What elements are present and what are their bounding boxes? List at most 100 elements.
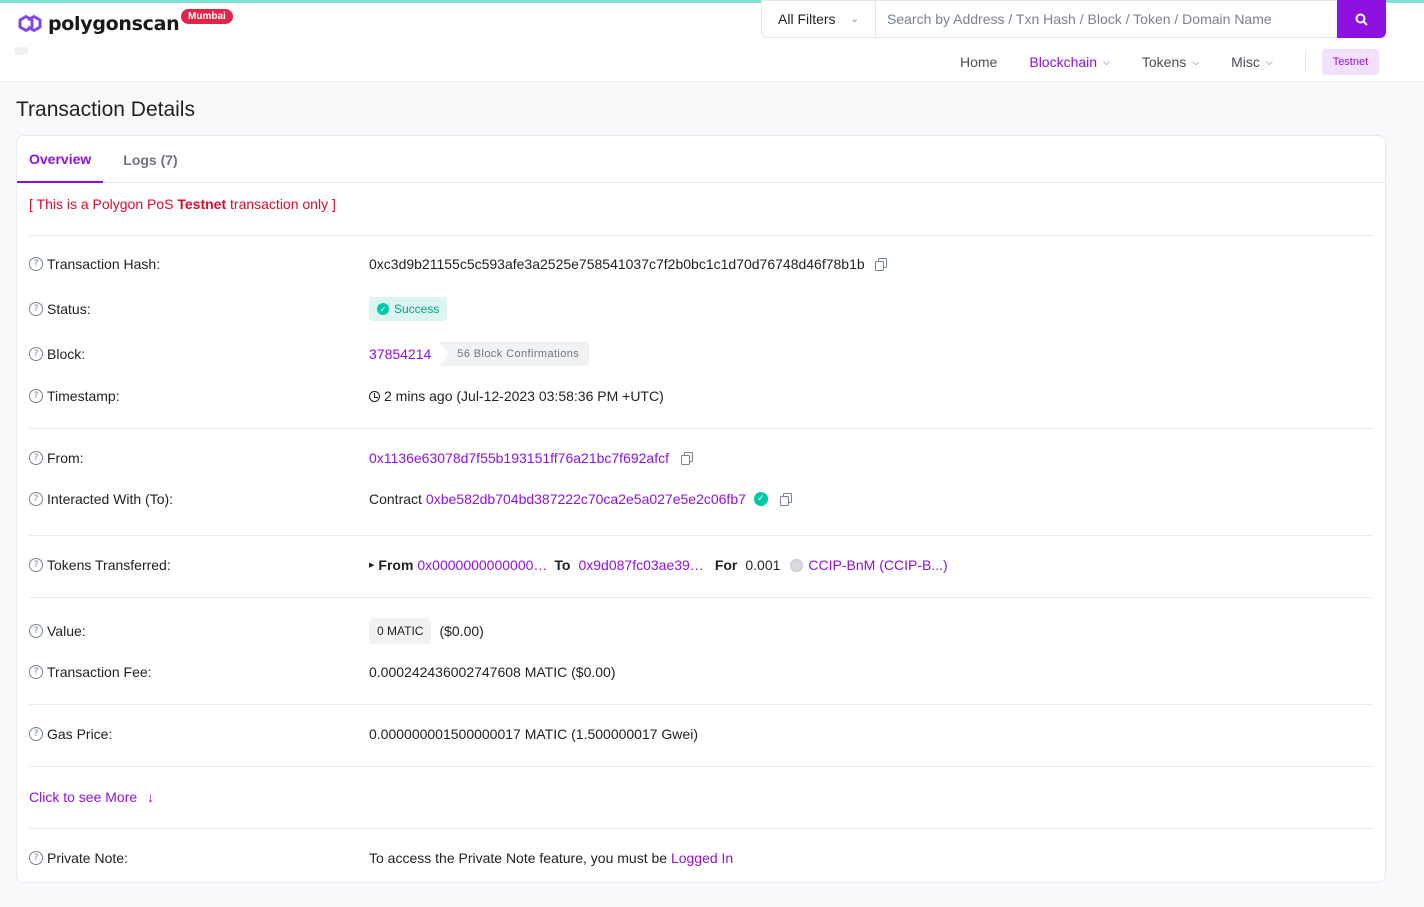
nav-home-label: Home <box>960 54 998 70</box>
row-block: ? Block: 37854214 56 Block Confirmations <box>29 342 1373 366</box>
row-label: ? Private Note: <box>29 850 369 866</box>
nav-blockchain[interactable]: Blockchain ⌵ <box>1029 54 1110 70</box>
polygon-logo-icon <box>18 15 42 32</box>
private-note-label: Private Note: <box>47 850 128 866</box>
divider <box>29 704 1373 705</box>
row-status: ? Status: ✓ Success <box>29 297 1373 321</box>
divider <box>29 235 1373 236</box>
see-more-label: Click to see More <box>29 789 138 805</box>
filter-label: All Filters <box>778 11 836 27</box>
confirmations-badge: 56 Block Confirmations <box>439 342 590 366</box>
transfer-from-label: From <box>378 557 414 573</box>
tx-hash-value: 0xc3d9b21155c5c593afe3a2525e758541037c7f… <box>369 256 865 272</box>
network-badge: Mumbai <box>181 9 233 24</box>
row-label: ? Status: <box>29 301 369 317</box>
notice-bold: Testnet <box>177 196 227 212</box>
chevron-down-icon: ⌵ <box>1103 56 1110 67</box>
row-interacted-with: ? Interacted With (To): Contract 0xbe582d… <box>29 491 1373 507</box>
value-usd: ($0.00) <box>439 623 484 639</box>
from-address-link[interactable]: 0x1136e63078d7f55b193151ff76a21bc7f692af… <box>369 450 669 466</box>
copy-icon[interactable] <box>681 451 693 465</box>
see-more-link[interactable]: Click to see More ↓ <box>29 789 154 805</box>
transfer-to-label: To <box>554 557 571 573</box>
row-value: ▶ From 0x0000000000000… To 0x9d087fc03ae… <box>369 557 948 573</box>
help-icon[interactable]: ? <box>29 451 43 465</box>
row-tx-hash: ? Transaction Hash: 0xc3d9b21155c5c593afe… <box>29 256 1373 272</box>
nav-misc[interactable]: Misc ⌵ <box>1231 54 1273 70</box>
help-icon[interactable]: ? <box>29 558 43 572</box>
arrow-down-icon: ↓ <box>147 789 155 805</box>
placeholder-box <box>14 47 28 55</box>
help-icon[interactable]: ? <box>29 492 43 506</box>
gas-value: 0.000000001500000017 MATIC (1.500000017 … <box>369 726 698 742</box>
search-input[interactable] <box>876 1 1337 37</box>
help-icon[interactable]: ? <box>29 727 43 741</box>
help-icon[interactable]: ? <box>29 257 43 271</box>
row-label: ? Timestamp: <box>29 388 369 404</box>
copy-icon[interactable] <box>779 492 792 506</box>
fee-value: 0.000242436002747608 MATIC ($0.00) <box>369 664 616 680</box>
row-tokens-transferred: ? Tokens Transferred: ▶ From 0x0000000000… <box>29 557 1373 573</box>
row-value: 0xc3d9b21155c5c593afe3a2525e758541037c7f… <box>369 256 887 272</box>
to-label: Interacted With (To): <box>47 491 174 507</box>
main-nav: Home Blockchain ⌵ Tokens ⌵ Misc ⌵ Testnet <box>960 49 1380 75</box>
help-icon[interactable]: ? <box>29 347 43 361</box>
nav-tokens[interactable]: Tokens ⌵ <box>1142 54 1199 70</box>
transfer-to-link[interactable]: 0x9d087fc03ae39… <box>578 557 703 573</box>
chevron-down-icon: ⌄ <box>850 13 859 25</box>
divider <box>29 766 1373 767</box>
help-icon[interactable]: ? <box>29 389 43 403</box>
row-value: To access the Private Note feature, you … <box>369 850 733 866</box>
row-value-amount: ? Value: 0 MATIC ($0.00) <box>29 618 1373 644</box>
status-value: Success <box>394 302 440 316</box>
tab-bar: Overview Logs (7) <box>17 136 1385 183</box>
notice-suffix: transaction only ] <box>226 196 336 212</box>
testnet-button[interactable]: Testnet <box>1321 49 1380 75</box>
row-label: ? Interacted With (To): <box>29 491 369 507</box>
transfer-from-link[interactable]: 0x0000000000000… <box>417 557 547 573</box>
row-label: ? Tokens Transferred: <box>29 557 369 573</box>
help-icon[interactable]: ? <box>29 302 43 316</box>
help-icon[interactable]: ? <box>29 624 43 638</box>
nav-tokens-label: Tokens <box>1141 54 1187 70</box>
nav-divider <box>1304 51 1306 73</box>
help-icon[interactable]: ? <box>29 851 43 865</box>
tab-logs[interactable]: Logs (7) <box>111 136 189 183</box>
filter-dropdown[interactable]: All Filters ⌄ <box>762 1 876 37</box>
brand-logo[interactable]: polygonscan <box>16 11 180 37</box>
nav-home[interactable]: Home <box>960 54 997 70</box>
contract-address-link[interactable]: 0xbe582db704bd387222c70ca2e5a027e5e2c06f… <box>426 491 746 507</box>
row-label: ? Value: <box>29 623 369 639</box>
divider <box>29 535 1373 536</box>
page-title: Transaction Details <box>16 98 195 121</box>
row-private-note: ? Private Note: To access the Private Not… <box>29 850 1373 866</box>
search-button[interactable] <box>1337 0 1386 38</box>
search-icon <box>1355 13 1368 26</box>
from-label: From: <box>47 450 84 466</box>
row-transaction-fee: ? Transaction Fee: 0.000242436002747608 M… <box>29 664 1373 680</box>
chevron-down-icon: ⌵ <box>1192 56 1200 67</box>
contract-prefix: Contract <box>369 491 422 507</box>
row-value: Contract 0xbe582db704bd387222c70ca2e5a02… <box>369 491 792 507</box>
status-badge: ✓ Success <box>369 297 448 321</box>
private-note-text: To access the Private Note feature, you … <box>369 850 671 866</box>
block-link[interactable]: 37854214 <box>369 346 431 362</box>
help-icon[interactable]: ? <box>29 665 43 679</box>
token-link[interactable]: CCIP-BnM (CCIP-B...) <box>808 557 947 573</box>
row-value: 0 MATIC ($0.00) <box>369 618 484 644</box>
copy-icon[interactable] <box>874 257 887 271</box>
divider <box>29 828 1373 829</box>
site-header: polygonscan Mumbai All Filters ⌄ Home Bl… <box>0 0 1424 82</box>
row-label: ? Transaction Fee: <box>29 664 369 680</box>
row-value: 0.000000001500000017 MATIC (1.500000017 … <box>369 726 698 742</box>
gas-label: Gas Price: <box>47 726 113 742</box>
row-label: ? From: <box>29 450 369 466</box>
token-icon <box>790 558 804 572</box>
transaction-card: Overview Logs (7) [ This is a Polygon Po… <box>16 135 1386 883</box>
caret-right-icon[interactable]: ▶ <box>369 561 374 569</box>
tokens-label: Tokens Transferred: <box>47 557 171 573</box>
row-value: 37854214 56 Block Confirmations <box>369 342 590 366</box>
login-link[interactable]: Logged In <box>671 850 733 866</box>
verified-check-icon: ✓ <box>753 492 768 506</box>
tab-overview[interactable]: Overview <box>17 136 104 183</box>
